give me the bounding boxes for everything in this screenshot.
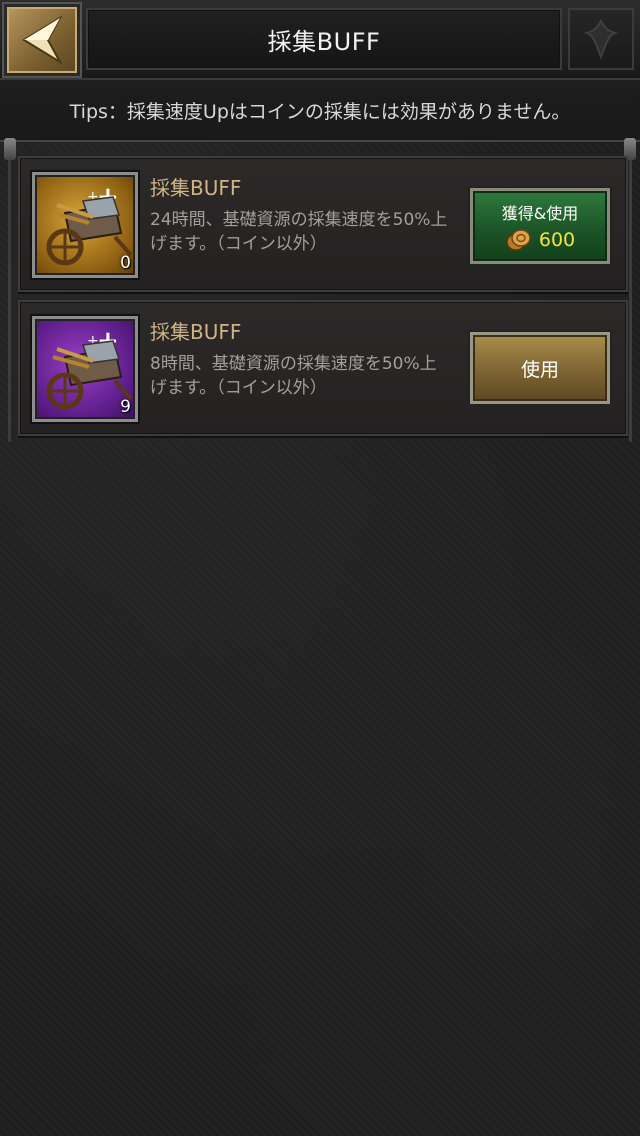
item-icon-frame[interactable]: + + 0 xyxy=(32,172,138,278)
item-description: 24時間、基礎資源の採集速度を50%上げます。（コイン以外） xyxy=(150,210,448,254)
list-item: + + 9 採集BUFF 8時間、基礎資源の採集速度を50%上げます。（コイン以… xyxy=(18,300,628,436)
price-row: 600 xyxy=(505,228,575,252)
coin-icon xyxy=(506,229,531,251)
chevron-left-icon xyxy=(22,15,63,65)
item-title: 採集BUFF xyxy=(150,176,242,200)
page-title: 採集BUFF xyxy=(267,27,381,56)
item-count: 0 xyxy=(120,253,131,273)
use-button[interactable]: 使用 xyxy=(470,332,610,404)
acquire-and-use-button[interactable]: 獲得&使用 600 xyxy=(470,188,610,264)
header-ornament xyxy=(568,8,634,70)
tips-banner: Tips：採集速度Upはコインの採集には効果がありません。 xyxy=(0,80,640,142)
back-button[interactable] xyxy=(4,4,80,76)
list-item: + + 0 採集BUFF 24時間、基礎資源の採集速度を50%上げます。（コイン… xyxy=(18,156,628,292)
item-title: 採集BUFF xyxy=(150,320,242,344)
use-button-label: 使用 xyxy=(520,358,559,381)
header-bar: 採集BUFF xyxy=(0,0,640,80)
tips-text: Tips：採集速度Upはコインの採集には効果がありません。 xyxy=(69,100,571,123)
item-icon-frame[interactable]: + + 9 xyxy=(32,316,138,422)
price-value: 600 xyxy=(538,229,576,251)
frame-pin-left xyxy=(4,138,16,160)
title-bar: 採集BUFF xyxy=(86,8,562,70)
item-count: 9 xyxy=(120,397,131,417)
fleur-ornament-icon xyxy=(583,18,619,60)
acquire-button-label: 獲得&使用 xyxy=(501,204,579,223)
item-description: 8時間、基礎資源の採集速度を50%上げます。（コイン以外） xyxy=(150,354,437,398)
